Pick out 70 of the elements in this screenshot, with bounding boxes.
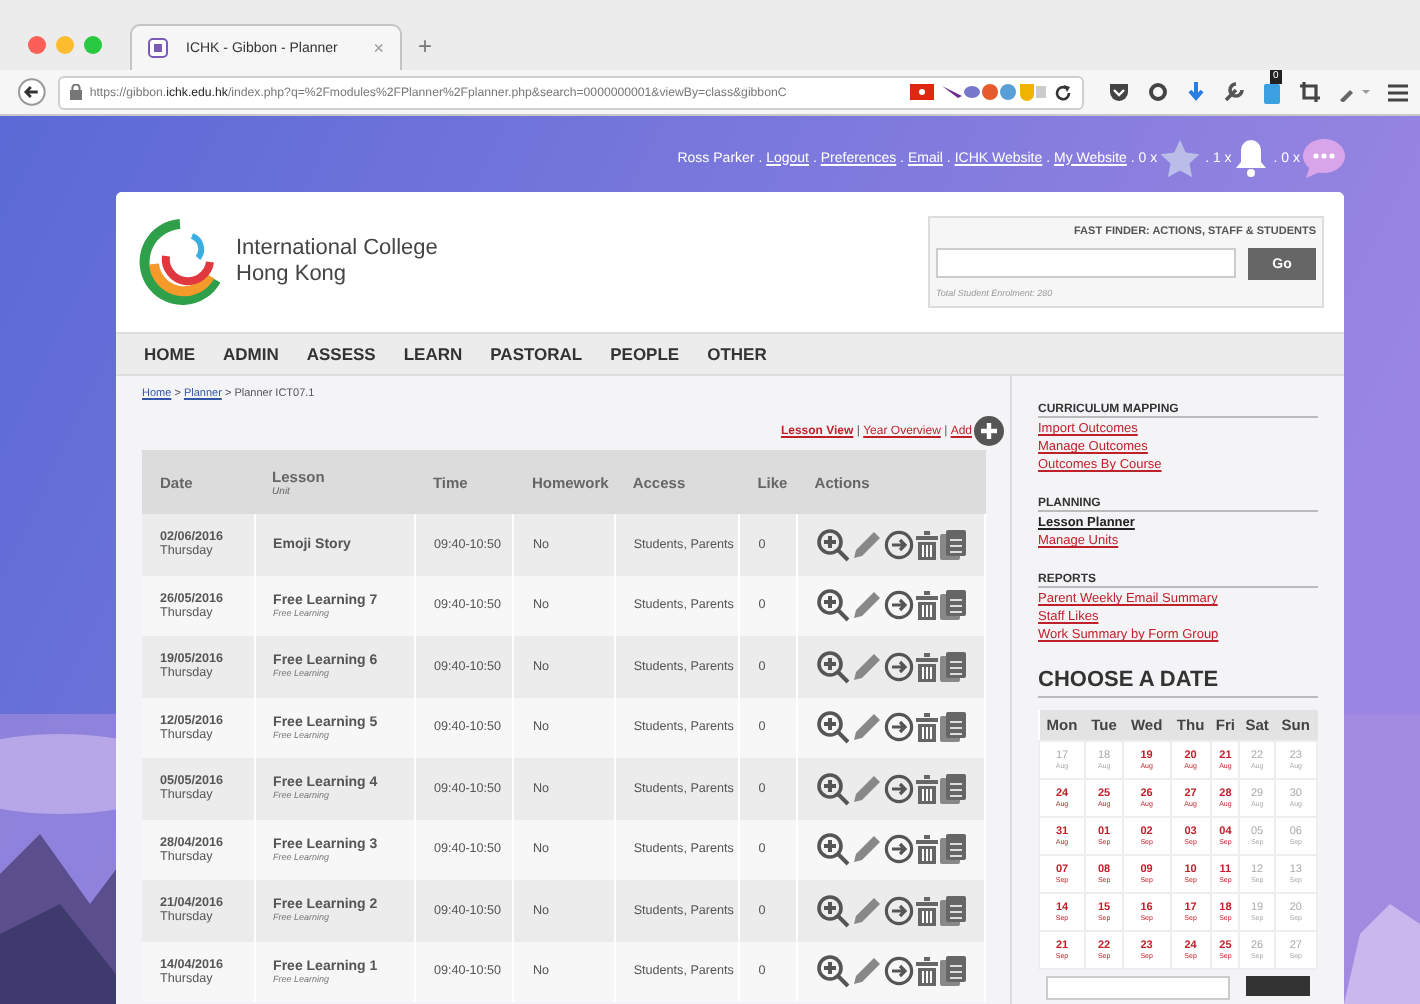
site-icon — [148, 38, 168, 58]
trash-icon[interactable] — [915, 590, 938, 621]
lock-icon — [69, 84, 82, 100]
zoom-in-icon[interactable] — [815, 893, 850, 928]
pocket-icon[interactable] — [1108, 82, 1130, 102]
zoom-in-icon[interactable] — [815, 649, 850, 684]
clipboard-icon[interactable] — [939, 773, 966, 804]
back-button[interactable] — [18, 78, 46, 106]
pencil-icon[interactable] — [851, 529, 882, 560]
clipboard-icon[interactable] — [939, 895, 966, 926]
new-tab-button[interactable]: + — [418, 32, 433, 60]
calendar-title: CHOOSE A DATE — [1038, 668, 1318, 698]
arrow-circle-icon[interactable] — [883, 895, 914, 926]
chat-icon[interactable] — [1302, 138, 1346, 178]
arrow-circle-icon[interactable] — [883, 590, 914, 621]
arrow-circle-icon[interactable] — [883, 956, 914, 987]
arrow-circle-icon[interactable] — [883, 651, 914, 682]
add-icon[interactable] — [974, 416, 1004, 446]
window-close-button[interactable] — [28, 36, 46, 54]
arrow-circle-icon[interactable] — [883, 834, 914, 865]
date-field[interactable] — [1046, 976, 1230, 1000]
clipboard-icon[interactable] — [939, 590, 966, 621]
arrow-circle-icon[interactable] — [883, 529, 914, 560]
ring-icon[interactable] — [1148, 82, 1168, 102]
clipboard-icon[interactable] — [939, 956, 966, 987]
trash-icon[interactable] — [915, 651, 938, 682]
arrow-circle-icon[interactable] — [883, 712, 914, 743]
school-name: International College — [236, 236, 438, 262]
trash-icon[interactable] — [915, 529, 938, 560]
pencil-icon[interactable] — [851, 956, 882, 987]
reload-icon[interactable] — [1054, 83, 1072, 101]
menu-icon[interactable] — [1388, 83, 1408, 101]
pencil-icon[interactable] — [851, 590, 882, 621]
clipboard-icon[interactable] — [1262, 80, 1282, 104]
star-icon[interactable] — [1159, 139, 1200, 177]
menu-item[interactable]: PASTORAL — [490, 344, 583, 364]
trash-icon[interactable] — [915, 773, 938, 804]
school-name: Hong Kong — [236, 262, 349, 288]
clipboard-icon[interactable] — [939, 834, 966, 865]
search-field[interactable] — [936, 248, 1236, 278]
pencil-icon[interactable] — [851, 712, 882, 743]
clipboard-icon[interactable] — [939, 651, 966, 682]
zoom-in-icon[interactable] — [815, 954, 850, 989]
bell-icon[interactable] — [1233, 138, 1268, 178]
menu-item[interactable]: ADMIN — [223, 344, 279, 364]
trash-icon[interactable] — [915, 712, 938, 743]
pencil-icon[interactable] — [851, 773, 882, 804]
zoom-in-icon[interactable] — [815, 771, 850, 806]
zoom-in-icon[interactable] — [815, 710, 850, 745]
clipboard-icon[interactable] — [939, 529, 966, 560]
pencil-icon[interactable] — [851, 895, 882, 926]
pencil-icon[interactable] — [851, 834, 882, 865]
zoom-in-icon[interactable] — [815, 832, 850, 867]
pencil-icon[interactable] — [851, 651, 882, 682]
arrow-circle-icon[interactable] — [883, 773, 914, 804]
trash-icon[interactable] — [915, 956, 938, 987]
menu-item[interactable]: OTHER — [707, 344, 767, 364]
menu-item[interactable]: HOME — [144, 344, 195, 364]
crop-icon[interactable] — [1300, 82, 1320, 102]
menu-item[interactable]: PEOPLE — [610, 344, 680, 364]
menu-item[interactable]: LEARN — [403, 344, 463, 364]
wrench-icon[interactable] — [1224, 82, 1244, 102]
trash-icon[interactable] — [915, 834, 938, 865]
zoom-in-icon[interactable] — [815, 588, 850, 623]
flag-icon — [910, 84, 934, 100]
trash-icon[interactable] — [915, 895, 938, 926]
zoom-in-icon[interactable] — [815, 527, 850, 562]
clipboard-icon[interactable] — [939, 712, 966, 743]
menu-item[interactable]: ASSESS — [306, 344, 376, 364]
download-icon[interactable] — [1186, 81, 1206, 103]
